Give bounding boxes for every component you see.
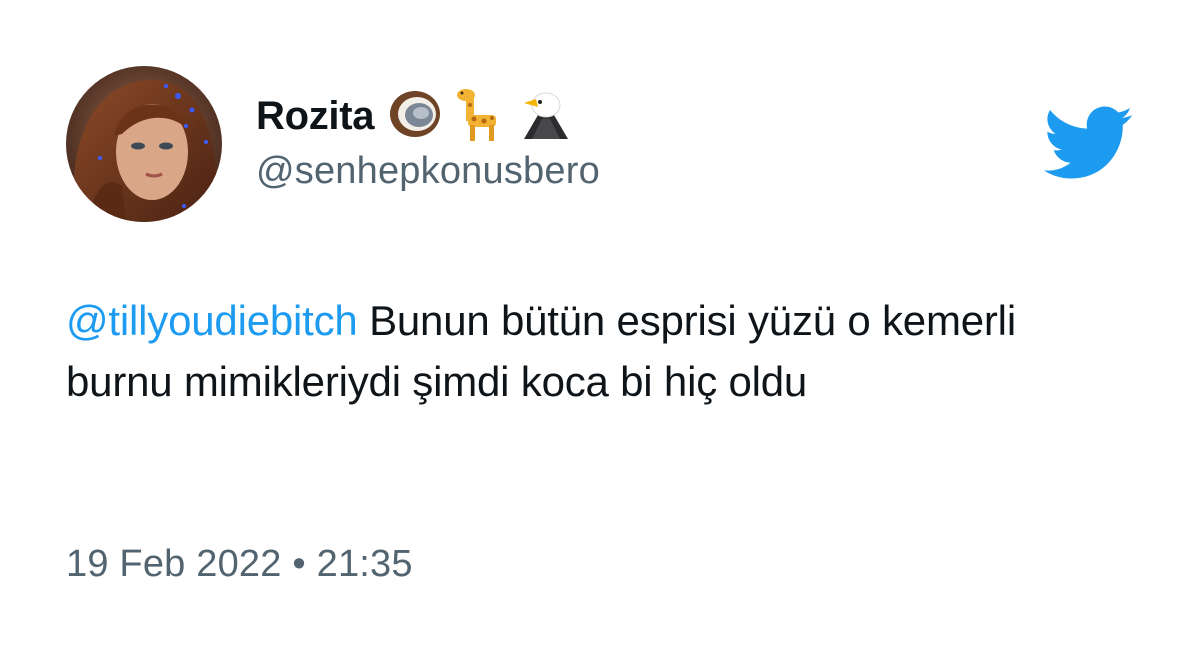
avatar-image (66, 66, 222, 222)
tweet-text: @tillyoudiebitch Bunun bütün esprisi yüz… (66, 290, 1066, 412)
author-handle[interactable]: @senhepkonusbero (256, 150, 600, 193)
tweet-card: Rozita @senhepkonusbero @tillyoudiebitch… (0, 0, 1200, 652)
mention-link[interactable]: @tillyoudiebitch (66, 297, 358, 344)
tweet-timestamp[interactable]: 19 Feb 2022 • 21:35 (66, 543, 413, 586)
twitter-bird-icon[interactable] (1043, 106, 1134, 182)
display-name[interactable]: Rozita (256, 94, 375, 139)
giraffe-icon (456, 87, 504, 146)
coconut-icon (388, 89, 442, 144)
eagle-icon (518, 89, 572, 144)
avatar[interactable] (66, 66, 222, 222)
author-name-row[interactable]: Rozita (256, 84, 572, 148)
